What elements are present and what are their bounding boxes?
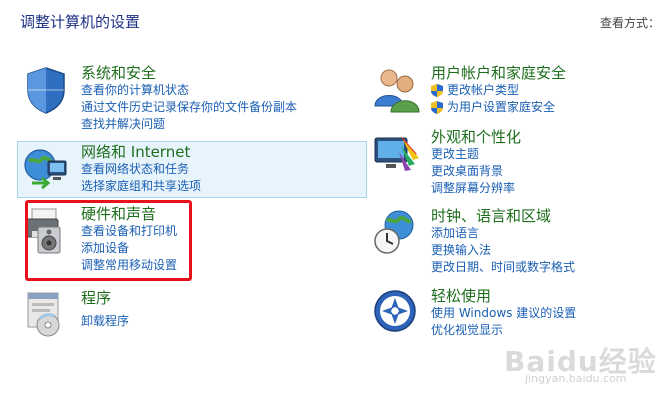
programs-icon [27,292,60,337]
link-homegroup[interactable]: 选择家庭组和共享选项 [81,178,201,195]
watermark-url: jingyan.baidu.com [525,372,627,385]
link-family-safety[interactable]: 为用户设置家庭安全 [431,99,566,116]
uac-shield-icon [431,84,443,97]
highlight-box [25,200,192,281]
page-title: 调整计算机的设置 [20,13,141,31]
link-windows-recommended[interactable]: 使用 Windows 建议的设置 [431,305,576,322]
link-screen-resolution[interactable]: 调整屏幕分辨率 [431,180,521,197]
link-label: 更改帐户类型 [447,83,520,97]
link-desktop-background[interactable]: 更改桌面背景 [431,163,521,180]
link-change-theme[interactable]: 更改主题 [431,146,521,163]
link-uninstall[interactable]: 卸载程序 [81,313,129,330]
network-globe-icon [24,149,67,190]
link-label: 为用户设置家庭安全 [447,100,556,114]
link-change-input-method[interactable]: 更换输入法 [431,242,575,259]
category-title[interactable]: 外观和个性化 [431,128,521,146]
link-optimize-display[interactable]: 优化视觉显示 [431,322,576,339]
link-network-status[interactable]: 查看网络状态和任务 [81,161,201,178]
link-change-account-type[interactable]: 更改帐户类型 [431,82,566,99]
appearance-icon [374,136,419,171]
users-icon [374,69,420,113]
category-title[interactable]: 系统和安全 [81,64,297,82]
category-title[interactable]: 程序 [81,289,129,307]
category-title[interactable]: 网络和 Internet [81,143,201,161]
link-view-status[interactable]: 查看你的计算机状态 [81,82,297,99]
category-title[interactable]: 时钟、语言和区域 [431,207,575,225]
view-by-label[interactable]: 查看方式： [600,14,660,31]
link-file-history[interactable]: 通过文件历史记录保存你的文件备份副本 [81,99,297,116]
category-title[interactable]: 用户帐户和家庭安全 [431,64,566,82]
shield-icon [27,67,65,114]
uac-shield-icon [431,101,443,114]
category-title[interactable]: 轻松使用 [431,287,576,305]
link-add-language[interactable]: 添加语言 [431,225,575,242]
link-troubleshoot[interactable]: 查找并解决问题 [81,116,297,133]
link-date-time-format[interactable]: 更改日期、时间或数字格式 [431,259,575,276]
ease-of-access-icon [374,290,416,332]
clock-globe-icon [374,210,414,254]
